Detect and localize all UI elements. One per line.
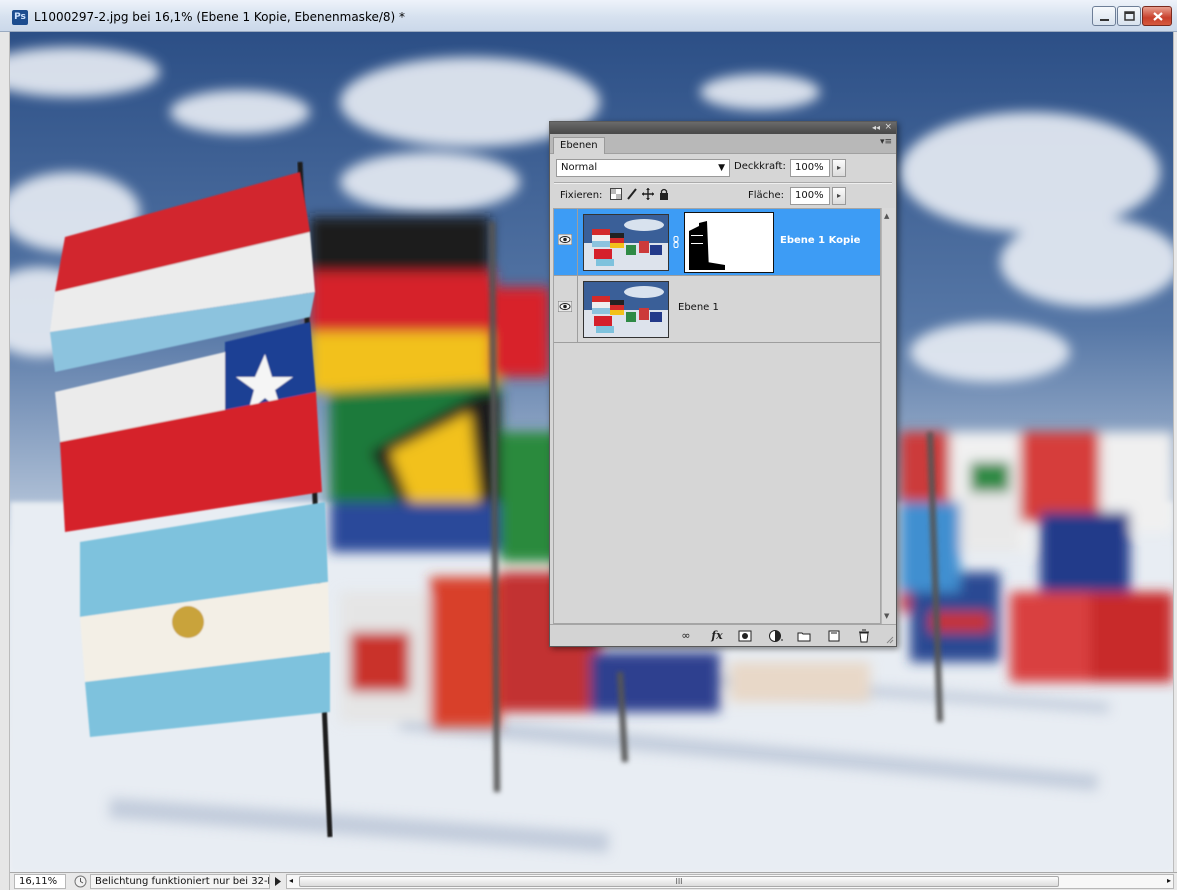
visibility-toggle[interactable] (554, 276, 578, 342)
lock-position-icon[interactable] (642, 188, 654, 200)
layer-thumbnail-image (584, 282, 668, 337)
panel-header-bar[interactable]: ◂◂ × (550, 122, 896, 134)
vertical-scrollbar[interactable] (1173, 32, 1177, 872)
folder-icon[interactable] (796, 629, 812, 643)
status-bar: 16,11% Belichtung funktioniert nur bei 3… (10, 872, 1177, 890)
horizontal-scroll-thumb[interactable]: III (299, 876, 1059, 887)
layer-thumbnail-image (584, 215, 668, 270)
link-layers-icon[interactable]: ∞ (678, 629, 694, 643)
maximize-button[interactable] (1117, 6, 1141, 26)
layer-row[interactable]: Ebene 1 Kopie (554, 209, 880, 276)
fill-input[interactable]: 100% (790, 187, 830, 205)
adjustment-layer-icon[interactable] (768, 629, 784, 643)
fill-slider-button[interactable]: ▸ (832, 187, 846, 205)
layer-name[interactable]: Ebene 1 (678, 302, 719, 313)
photoshop-logo: Ps (12, 10, 28, 25)
lock-transparency-icon[interactable] (610, 188, 622, 200)
layer-thumbnail[interactable] (583, 281, 669, 338)
lock-pixels-icon[interactable] (626, 188, 638, 200)
status-menu-arrow-icon[interactable] (272, 875, 284, 888)
scroll-down-icon[interactable]: ▼ (884, 612, 889, 620)
blend-mode-select[interactable]: Normal ▼ (556, 159, 730, 177)
lock-label: Fixieren: (560, 190, 603, 201)
scroll-up-icon[interactable]: ▲ (884, 212, 889, 220)
window-left-edge (0, 32, 10, 890)
panel-tab-row: Ebenen ▾≡ (550, 134, 896, 154)
minimize-button[interactable] (1092, 6, 1116, 26)
document-title: L1000297-2.jpg bei 16,1% (Ebene 1 Kopie,… (34, 10, 406, 24)
zoom-level-field[interactable]: 16,11% (14, 874, 66, 889)
status-info-text: Belichtung funktioniert nur bei 32-Bit (90, 874, 270, 889)
info-icon[interactable] (74, 875, 87, 888)
minimize-icon (1100, 19, 1109, 21)
opacity-input[interactable]: 100% (790, 159, 830, 177)
eye-icon (558, 234, 572, 245)
lock-all-icon[interactable] (658, 188, 670, 200)
document-titlebar[interactable]: Ps L1000297-2.jpg bei 16,1% (Ebene 1 Kop… (0, 0, 1177, 32)
add-mask-icon[interactable] (737, 629, 753, 643)
blend-mode-value: Normal (561, 162, 598, 173)
eye-icon (558, 301, 572, 312)
layer-list[interactable]: Ebene 1 Kopie Ebene 1 (553, 208, 881, 624)
mask-link-icon[interactable] (673, 236, 679, 248)
collapse-icon[interactable]: ◂◂ (872, 123, 880, 132)
close-button[interactable] (1142, 6, 1172, 26)
panel-close-icon[interactable]: × (884, 122, 892, 132)
trash-icon[interactable] (856, 629, 872, 643)
layers-panel[interactable]: ◂◂ × Ebenen ▾≡ Normal ▼ Deckkraft: 100% … (549, 121, 897, 647)
layer-thumbnail[interactable] (583, 214, 669, 271)
layer-mask-thumbnail[interactable] (684, 212, 774, 273)
tab-layers[interactable]: Ebenen (553, 137, 605, 154)
opacity-slider-button[interactable]: ▸ (832, 159, 846, 177)
panel-menu-icon[interactable]: ▾≡ (880, 137, 892, 147)
chevron-down-icon: ▼ (718, 163, 725, 173)
resize-grip-icon[interactable] (886, 636, 894, 644)
layer-row[interactable]: Ebene 1 (554, 276, 880, 343)
layer-name[interactable]: Ebene 1 Kopie (780, 235, 860, 246)
visibility-toggle[interactable] (554, 209, 578, 275)
divider (554, 182, 892, 184)
fill-label: Fläche: (748, 190, 785, 201)
scroll-left-icon[interactable]: ◂ (289, 876, 293, 885)
maximize-icon (1124, 11, 1135, 21)
close-icon (1153, 12, 1163, 21)
scroll-right-icon[interactable]: ▸ (1167, 876, 1171, 885)
new-layer-icon[interactable] (826, 629, 842, 643)
horizontal-scrollbar[interactable]: ◂ III ▸ (286, 874, 1174, 889)
fx-icon[interactable]: fx (709, 629, 725, 643)
panel-footer: ∞ fx (550, 624, 896, 646)
layer-mask-image (685, 213, 773, 272)
opacity-label: Deckkraft: (734, 161, 786, 172)
layer-list-scrollbar[interactable]: ▲ ▼ (881, 208, 895, 624)
